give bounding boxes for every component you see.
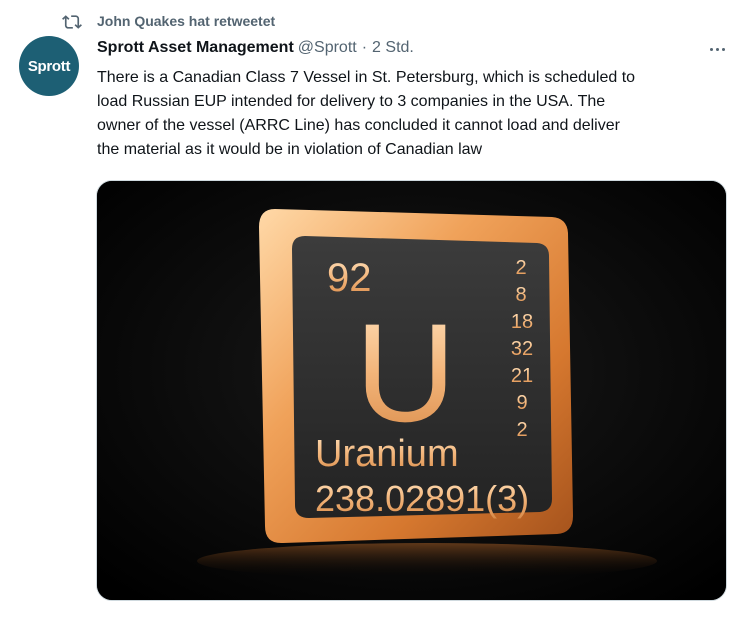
tweet-text-line: load Russian EUP intended for delivery t…: [97, 93, 606, 110]
element-name: Uranium: [315, 433, 459, 475]
retweet-label[interactable]: John Quakes hat retweetet: [97, 13, 275, 29]
electron-shell: 2: [515, 257, 526, 279]
element-symbol: U: [355, 294, 456, 451]
tweet-text-line: There is a Canadian Class 7 Vessel in St…: [97, 69, 636, 86]
more-options-button[interactable]: [700, 38, 734, 60]
electron-shell: 9: [516, 392, 527, 414]
author-handle[interactable]: @Sprott: [298, 39, 357, 57]
floor-reflection: [197, 543, 657, 579]
electron-shell: 2: [516, 419, 527, 441]
electron-shell: 8: [515, 284, 526, 306]
retweet-icon: [62, 15, 82, 29]
tweet-header: Sprott Asset Management @Sprott · 2 Std.: [97, 39, 414, 61]
electron-shell: 32: [511, 338, 533, 360]
tweet-text: There is a Canadian Class 7 Vessel in St…: [97, 66, 737, 162]
author-name[interactable]: Sprott Asset Management: [97, 39, 294, 57]
uranium-element-image: 92 U Uranium 238.02891(3) 2 8 18 32 21 9…: [97, 181, 726, 600]
tweet-text-line: the material as it would be in violation…: [97, 141, 483, 158]
tweet-timestamp[interactable]: 2 Std.: [372, 39, 414, 57]
tweet-media-image[interactable]: 92 U Uranium 238.02891(3) 2 8 18 32 21 9…: [96, 180, 727, 601]
tweet-text-line: owner of the vessel (ARRC Line) has conc…: [97, 117, 620, 134]
avatar[interactable]: Sprott: [19, 36, 79, 96]
header-separator: ·: [361, 39, 368, 56]
atomic-mass: 238.02891(3): [315, 478, 529, 519]
electron-shell: 18: [511, 311, 533, 333]
retweet-indicator: John Quakes hat retweetet: [62, 12, 275, 32]
more-icon: [709, 47, 713, 51]
avatar-logo-text: Sprott: [27, 57, 71, 75]
electron-shell: 21: [511, 365, 533, 387]
